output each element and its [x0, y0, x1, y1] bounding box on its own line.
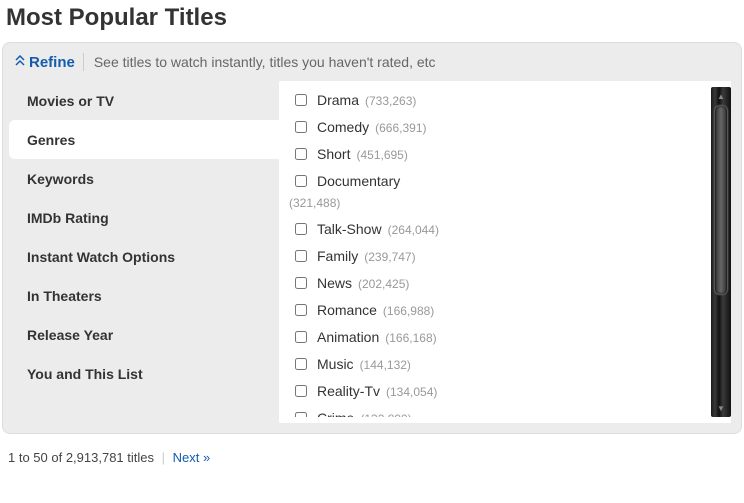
genre-checkbox[interactable] [295, 175, 307, 187]
sidebar-item-label: Genres [27, 132, 75, 148]
genre-label[interactable]: Romance [317, 300, 377, 320]
genre-checkbox[interactable] [295, 250, 307, 262]
results-range: 1 to 50 of 2,913,781 titles [8, 450, 154, 465]
genre-count: (202,425) [358, 274, 409, 294]
genre-item: Talk-Show (264,044) [289, 216, 707, 243]
genre-count: (321,488) [289, 191, 701, 213]
genre-count: (239,747) [364, 247, 415, 267]
genre-label[interactable]: Music [317, 354, 354, 374]
genre-item: Romance (166,988) [289, 297, 707, 324]
scroll-up-button[interactable]: ▲ [711, 87, 731, 105]
sidebar-item-label: In Theaters [27, 288, 102, 304]
genre-panel: Drama (733,263) Comedy (666,391) Short (451,6… [279, 81, 731, 423]
sidebar-item-in-theaters[interactable]: In Theaters [9, 276, 279, 315]
sidebar-item-label: Instant Watch Options [27, 249, 175, 265]
sidebar-item-release-year[interactable]: Release Year [9, 315, 279, 354]
genre-checkbox[interactable] [295, 223, 307, 235]
separator: | [162, 450, 165, 465]
genre-checkbox[interactable] [295, 277, 307, 289]
page-title: Most Popular Titles [0, 0, 744, 42]
genre-item: Animation (166,168) [289, 324, 707, 351]
genre-count: (666,391) [375, 118, 426, 138]
refine-toggle-label: Refine [29, 54, 75, 71]
genre-label[interactable]: Crime [317, 408, 354, 417]
refine-body: Movies or TV Genres Keywords IMDb Rating Ins… [3, 79, 741, 425]
genre-count: (264,044) [388, 220, 439, 240]
refine-header: Refine See titles to watch instantly, ti… [3, 43, 741, 79]
genre-item: Family (239,747) [289, 243, 707, 270]
genre-label[interactable]: Comedy [317, 117, 369, 137]
scroll-down-button[interactable]: ▼ [711, 399, 731, 417]
genre-item: Drama (733,263) [289, 87, 707, 114]
genre-checkbox[interactable] [295, 94, 307, 106]
genre-label[interactable]: News [317, 273, 352, 293]
sidebar-item-movies-or-tv[interactable]: Movies or TV [9, 81, 279, 120]
genre-label[interactable]: Family [317, 246, 358, 266]
genre-checkbox[interactable] [295, 358, 307, 370]
sidebar-item-label: You and This List [27, 366, 143, 382]
sidebar-item-label: Keywords [27, 171, 94, 187]
genre-checkbox[interactable] [295, 412, 307, 417]
sidebar-item-keywords[interactable]: Keywords [9, 159, 279, 198]
refine-subtitle: See titles to watch instantly, titles yo… [94, 54, 436, 70]
genre-item: Comedy (666,391) [289, 114, 707, 141]
genre-count: (134,054) [386, 382, 437, 402]
genre-count: (132,890) [360, 409, 411, 417]
sidebar-item-label: IMDb Rating [27, 210, 109, 226]
refine-toggle[interactable]: Refine [15, 54, 75, 71]
sidebar-item-you-and-this-list[interactable]: You and This List [9, 354, 279, 393]
genre-item: Crime (132,890) [289, 405, 707, 417]
next-link[interactable]: Next » [173, 450, 211, 465]
genre-item: News (202,425) [289, 270, 707, 297]
refine-panel: Refine See titles to watch instantly, ti… [2, 42, 742, 434]
genre-count: (144,132) [360, 355, 411, 375]
genre-checkbox[interactable] [295, 331, 307, 343]
scroll-thumb[interactable] [714, 105, 728, 295]
genre-count: (733,263) [365, 91, 416, 111]
genre-item: Reality-Tv (134,054) [289, 378, 707, 405]
sidebar-item-imdb-rating[interactable]: IMDb Rating [9, 198, 279, 237]
genre-checkbox[interactable] [295, 304, 307, 316]
genre-item: Documentary(321,488) [289, 168, 707, 216]
genre-label[interactable]: Drama [317, 90, 359, 110]
filter-sidebar: Movies or TV Genres Keywords IMDb Rating Ins… [3, 81, 279, 423]
sidebar-item-instant-watch-options[interactable]: Instant Watch Options [9, 237, 279, 276]
genre-item: Short (451,695) [289, 141, 707, 168]
genre-label[interactable]: Short [317, 144, 350, 164]
genre-count: (166,168) [385, 328, 436, 348]
vertical-scrollbar[interactable]: ▲ ▼ [711, 87, 731, 417]
sidebar-item-genres[interactable]: Genres [9, 120, 279, 159]
genre-count: (451,695) [356, 145, 407, 165]
genre-label[interactable]: Documentary [317, 171, 400, 191]
chevron-up-double-icon [15, 55, 25, 70]
sidebar-item-label: Release Year [27, 327, 113, 343]
genre-checkbox[interactable] [295, 385, 307, 397]
genre-label[interactable]: Talk-Show [317, 219, 382, 239]
genre-list: Drama (733,263) Comedy (666,391) Short (451,6… [289, 87, 707, 417]
genre-checkbox[interactable] [295, 148, 307, 160]
genre-count: (166,988) [383, 301, 434, 321]
sidebar-item-label: Movies or TV [27, 93, 114, 109]
genre-item: Music (144,132) [289, 351, 707, 378]
genre-checkbox[interactable] [295, 121, 307, 133]
genre-label[interactable]: Animation [317, 327, 379, 347]
divider [83, 53, 84, 71]
results-footer: 1 to 50 of 2,913,781 titles | Next » [0, 434, 744, 471]
genre-label[interactable]: Reality-Tv [317, 381, 380, 401]
